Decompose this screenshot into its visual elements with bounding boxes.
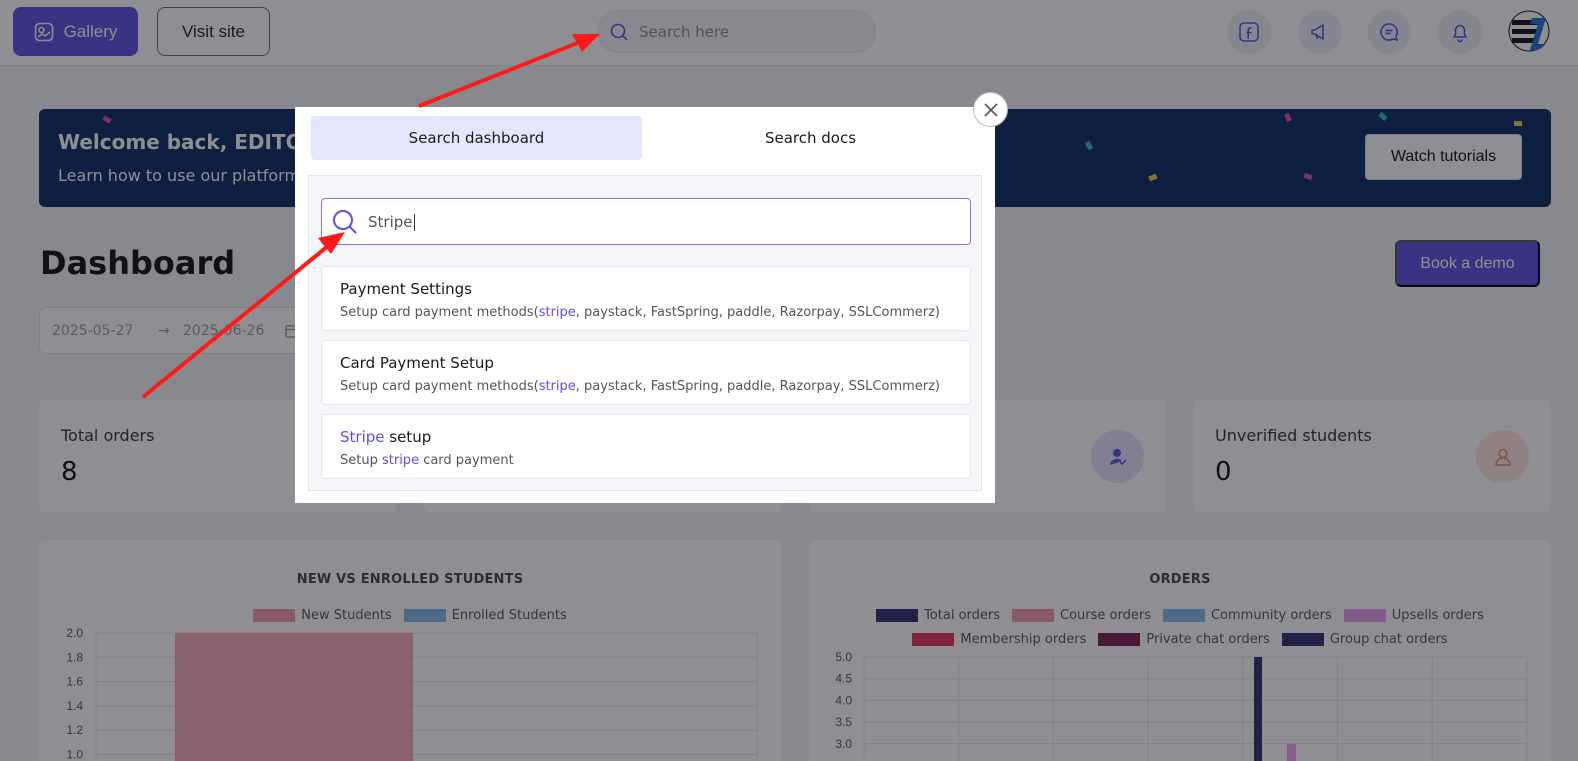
- search-result-item[interactable]: Stripe setup Setup stripe card payment: [321, 414, 971, 479]
- tab-label: Search docs: [764, 129, 857, 147]
- result-title: Stripe setup: [340, 428, 432, 446]
- text-caret: [413, 213, 415, 231]
- search-query: Stripe: [368, 212, 413, 231]
- close-icon: [983, 102, 998, 117]
- result-description: Setup stripe card payment: [340, 453, 514, 468]
- result-description: Setup card payment methods(stripe, payst…: [340, 379, 941, 394]
- result-title: Payment Settings: [340, 280, 472, 298]
- search-modal: Search dashboard Search docs Stripe Paym…: [295, 107, 995, 503]
- result-description: Setup card payment methods(stripe, payst…: [340, 305, 941, 320]
- result-title: Card Payment Setup: [340, 354, 494, 372]
- search-results-panel: Stripe Payment Settings Setup card payme…: [308, 175, 982, 491]
- search-result-item[interactable]: Card Payment Setup Setup card payment me…: [321, 340, 971, 405]
- modal-search-input[interactable]: Stripe: [321, 198, 971, 245]
- search-result-item[interactable]: Payment Settings Setup card payment meth…: [321, 266, 971, 331]
- close-modal-button[interactable]: [973, 92, 1008, 127]
- search-tabs: Search dashboard Search docs: [311, 116, 977, 160]
- search-icon: [333, 209, 357, 234]
- tab-search-dashboard[interactable]: Search dashboard: [311, 116, 642, 160]
- tab-search-docs[interactable]: Search docs: [644, 116, 977, 160]
- tab-label: Search dashboard: [408, 129, 545, 147]
